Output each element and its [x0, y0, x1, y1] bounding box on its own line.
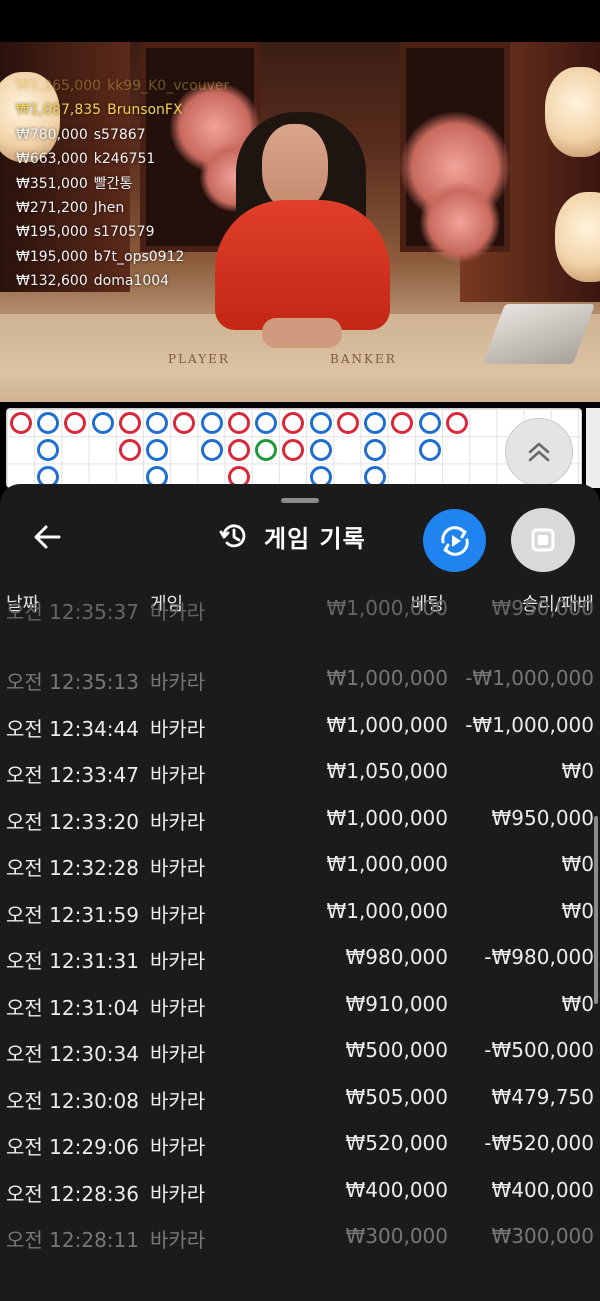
cherry-blossom: [420, 182, 500, 262]
banker-bead: [201, 412, 223, 434]
player-bead: [10, 412, 32, 434]
banker-bead: [146, 439, 168, 461]
dealer-hands: [262, 318, 342, 348]
banker-bead: [419, 439, 441, 461]
banker-bead: [419, 412, 441, 434]
banker-bead: [92, 412, 114, 434]
table-row[interactable]: 오전 12:33:47 바카라 ₩1,050,000 ₩0: [0, 759, 600, 789]
leaderboard-row: ₩780,000 s57867: [16, 126, 146, 143]
video-replay-icon: [440, 525, 469, 556]
panel-header: 게임 기록: [218, 516, 366, 556]
leaderboard-row: ₩351,000 빨간통: [16, 175, 133, 192]
table-row[interactable]: 오전 12:35:13 바카라 ₩1,000,000 -₩1,000,000: [0, 666, 600, 696]
table-row[interactable]: 오전 12:29:06 바카라 ₩520,000 -₩520,000: [0, 1131, 600, 1161]
player-bead: [64, 412, 86, 434]
lantern: [545, 67, 600, 157]
banker-bead: [364, 412, 386, 434]
video-replay-button[interactable]: [423, 509, 486, 572]
banker-bead: [364, 439, 386, 461]
tie-bead: [255, 439, 277, 461]
dealer-face: [262, 124, 328, 210]
leaderboard-row: ₩271,200 Jhen: [16, 200, 125, 217]
bead-road-scoreboard[interactable]: [6, 408, 582, 488]
scrollbar[interactable]: [594, 816, 598, 1004]
table-row[interactable]: 오전 12:33:20 바카라 ₩1,000,000 ₩950,000: [0, 806, 600, 836]
player-bead: [119, 412, 141, 434]
player-bead: [228, 439, 250, 461]
road-map-edge: [586, 408, 600, 488]
table-row[interactable]: 오전 12:31:04 바카라 ₩910,000 ₩0: [0, 992, 600, 1022]
banker-bead: [146, 412, 168, 434]
dealer-dress: [215, 200, 390, 330]
player-bead: [337, 412, 359, 434]
banker-bead: [310, 412, 332, 434]
leaderboard-row: ₩132,600 doma1004: [16, 273, 170, 290]
stop-button[interactable]: [511, 508, 575, 572]
leaderboard-row: ₩1,365,000 kk99_K0_vcouver: [16, 78, 230, 94]
leaderboard-row: ₩195,000 b7t_ops0912: [16, 248, 185, 265]
banker-bead: [255, 412, 277, 434]
back-button[interactable]: [30, 520, 64, 554]
chevron-up-double-icon: [528, 442, 550, 462]
game-history-panel: 게임 기록 날짜 게임 베팅 승리/패배 오전 12:35:37 바카라 ₩1,…: [0, 484, 600, 1301]
player-bead: [228, 412, 250, 434]
expand-roadmap-button[interactable]: [505, 418, 573, 486]
page-title: 게임 기록: [264, 524, 366, 553]
banker-bead: [310, 439, 332, 461]
leaderboard-row: ₩195,000 s170579: [16, 224, 155, 241]
player-bead: [391, 412, 413, 434]
arrow-left-icon: [34, 525, 61, 549]
player-bead: [173, 412, 195, 434]
table-row[interactable]: 오전 12:28:11 바카라 ₩300,000 ₩300,000: [0, 1224, 600, 1254]
player-bead: [446, 412, 468, 434]
leaderboard-row: ₩1,087,835 BrunsonFX: [16, 102, 183, 119]
drag-handle[interactable]: [281, 498, 319, 503]
leaderboard-row: ₩663,000 k246751: [16, 151, 156, 168]
banker-bead: [37, 439, 59, 461]
table-row[interactable]: 오전 12:30:34 바카라 ₩500,000 -₩500,000: [0, 1038, 600, 1068]
player-bead: [282, 412, 304, 434]
table-row[interactable]: 오전 12:34:44 바카라 ₩1,000,000 -₩1,000,000: [0, 713, 600, 743]
player-zone-label: PLAYER: [168, 352, 230, 366]
banker-zone-label: BANKER: [330, 352, 397, 366]
table-row[interactable]: 오전 12:35:37 바카라 ₩1,000,000 ₩950,000: [0, 596, 600, 626]
player-bead: [119, 439, 141, 461]
banker-bead: [37, 412, 59, 434]
table-row[interactable]: 오전 12:32:28 바카라 ₩1,000,000 ₩0: [0, 852, 600, 882]
table-row[interactable]: 오전 12:30:08 바카라 ₩505,000 ₩479,750: [0, 1085, 600, 1115]
table-row[interactable]: 오전 12:31:31 바카라 ₩980,000 -₩980,000: [0, 945, 600, 975]
banker-bead: [201, 439, 223, 461]
table-row[interactable]: 오전 12:28:36 바카라 ₩400,000 ₩400,000: [0, 1178, 600, 1208]
stop-icon: [531, 528, 555, 552]
player-bead: [282, 439, 304, 461]
history-clock-icon: [218, 519, 252, 553]
table-row[interactable]: 오전 12:31:59 바카라 ₩1,000,000 ₩0: [0, 899, 600, 929]
winners-leaderboard: ₩1,365,000 kk99_K0_vcouver ₩1,087,835 Brun…: [16, 74, 229, 294]
